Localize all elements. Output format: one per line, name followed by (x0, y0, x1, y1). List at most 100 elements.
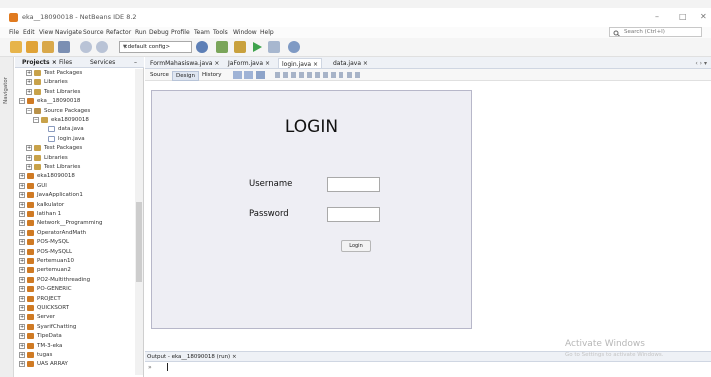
expand-toggle-icon[interactable]: + (19, 220, 25, 227)
tree-item[interactable]: + kalkulator (19, 201, 64, 211)
maximize-button[interactable]: □ (679, 12, 687, 21)
tree-item[interactable]: + SyarifChatting (19, 323, 76, 333)
expand-toggle-icon[interactable]: + (19, 173, 25, 180)
menu-refactor[interactable]: Refactor (106, 29, 131, 36)
tree-item[interactable]: + TM-3-eka (19, 342, 62, 352)
menu-tools[interactable]: Tools (213, 29, 228, 36)
build-icon[interactable] (234, 41, 246, 53)
expand-toggle-icon[interactable]: − (33, 117, 39, 123)
login-button[interactable]: Login (341, 240, 371, 252)
expand-toggle-icon[interactable]: + (26, 79, 32, 86)
tree-item[interactable]: login.java (40, 135, 85, 145)
new-file-icon[interactable] (10, 41, 22, 53)
minimize-panel-button[interactable]: – (134, 59, 137, 66)
expand-toggle-icon[interactable]: − (26, 107, 32, 114)
menu-window[interactable]: Window (233, 29, 257, 36)
config-select[interactable]: <default config> ▼ (119, 41, 192, 53)
menu-help[interactable]: Help (260, 29, 274, 36)
open-project-icon[interactable] (42, 41, 54, 53)
tree-item[interactable]: + UAS ARRAY (19, 361, 68, 370)
menu-file[interactable]: File (9, 29, 19, 36)
expand-toggle-icon[interactable]: + (26, 145, 32, 152)
tree-item[interactable]: + Test Libraries (26, 88, 80, 98)
username-field[interactable] (327, 177, 380, 192)
tab-files[interactable]: Files (59, 59, 72, 66)
design-view-button[interactable]: Design (172, 71, 199, 81)
expand-toggle-icon[interactable]: + (26, 154, 32, 161)
redo-icon[interactable] (96, 41, 108, 53)
new-project-icon[interactable] (26, 41, 38, 53)
menu-source[interactable]: Source (83, 29, 104, 36)
menu-navigate[interactable]: Navigate (55, 29, 82, 36)
expand-toggle-icon[interactable]: + (19, 229, 25, 236)
expand-toggle-icon[interactable]: + (19, 305, 25, 311)
expand-toggle-icon[interactable]: + (26, 164, 32, 170)
search-input[interactable]: Search (Ctrl+I) (609, 27, 702, 37)
tab-jaform[interactable]: JaForm.java × (225, 58, 273, 68)
tab-projects[interactable]: Projects × (22, 59, 57, 66)
expand-toggle-icon[interactable]: + (26, 70, 32, 76)
tree-item[interactable]: − eka__18090018 (19, 98, 80, 107)
expand-toggle-icon[interactable]: + (19, 248, 25, 255)
expand-toggle-icon[interactable]: + (19, 342, 25, 349)
menu-view[interactable]: View (39, 29, 53, 36)
expand-toggle-icon[interactable]: + (19, 211, 25, 217)
expand-toggle-icon[interactable]: + (19, 182, 25, 189)
tree-item[interactable]: + Network__Programming (19, 220, 103, 229)
tab-services[interactable]: Services (90, 59, 115, 66)
save-all-icon[interactable] (58, 41, 70, 53)
tree-item[interactable]: + pertemuan2 (19, 267, 71, 276)
expand-toggle-icon[interactable]: + (19, 286, 25, 293)
tree-item[interactable]: + Libraries (26, 79, 68, 88)
tree-item[interactable]: + tugas (19, 352, 52, 361)
expand-toggle-icon[interactable]: + (19, 258, 25, 264)
tree-item[interactable]: + Test Packages (26, 70, 82, 79)
tree-item[interactable]: + POS-MySQLL (19, 248, 72, 258)
tree-item[interactable]: + PO-GENERIC (19, 286, 72, 295)
debug-icon[interactable] (268, 41, 280, 53)
preview-design-icon[interactable] (256, 71, 265, 79)
tree-item[interactable]: + eka18090018 (19, 173, 75, 182)
tree-item[interactable]: + Server (19, 314, 55, 323)
tree-item[interactable]: + PO2-Multithreading (19, 276, 90, 286)
tree-item[interactable]: + Pertemuan10 (19, 258, 74, 267)
tree-item[interactable]: + QUICKSORT (19, 305, 69, 314)
close-button[interactable]: ✕ (700, 12, 707, 21)
connection-mode-icon[interactable] (244, 71, 253, 79)
expand-toggle-icon[interactable]: + (19, 314, 25, 321)
scrollbar-thumb[interactable] (136, 202, 142, 282)
menu-profile[interactable]: Profile (171, 29, 190, 36)
tree-item[interactable]: + JavaApplication1 (19, 192, 83, 201)
expand-toggle-icon[interactable]: + (19, 323, 25, 330)
undo-icon[interactable] (80, 41, 92, 53)
tab-data[interactable]: data.java × (330, 58, 371, 68)
tree-scrollbar[interactable] (135, 69, 143, 375)
source-view-button[interactable]: Source (147, 71, 172, 79)
tree-item[interactable]: − eka18090018 (33, 117, 89, 126)
expand-toggle-icon[interactable]: + (19, 333, 25, 340)
tree-item[interactable]: + TipeData (19, 333, 62, 342)
settings-icon[interactable] (196, 41, 208, 53)
navigator-label[interactable]: Navigator (3, 77, 9, 104)
minimize-button[interactable]: – (655, 12, 659, 21)
menu-run[interactable]: Run (135, 29, 147, 36)
tree-item[interactable]: − Source Packages (26, 107, 90, 117)
tree-item[interactable]: + PROJECT (19, 295, 61, 305)
tab-formmahasiswa[interactable]: FormMahasiswa.java × (147, 58, 222, 68)
expand-toggle-icon[interactable]: + (19, 361, 25, 368)
menu-edit[interactable]: Edit (23, 29, 35, 36)
password-field[interactable] (327, 207, 380, 222)
expand-toggle-icon[interactable]: + (19, 276, 25, 283)
expand-toggle-icon[interactable]: + (26, 88, 32, 95)
tree-item[interactable]: data.java (40, 126, 84, 135)
expand-toggle-icon[interactable]: + (19, 201, 25, 208)
selection-mode-icon[interactable] (233, 71, 242, 79)
tree-item[interactable]: + GUI (19, 182, 47, 192)
history-view-button[interactable]: History (199, 71, 225, 79)
menu-debug[interactable]: Debug (149, 29, 169, 36)
tab-login[interactable]: login.java × (278, 58, 323, 68)
tree-item[interactable]: + Test Packages (26, 145, 82, 154)
expand-toggle-icon[interactable]: + (19, 267, 25, 274)
expand-toggle-icon[interactable]: − (19, 98, 25, 105)
menu-team[interactable]: Team (194, 29, 210, 36)
